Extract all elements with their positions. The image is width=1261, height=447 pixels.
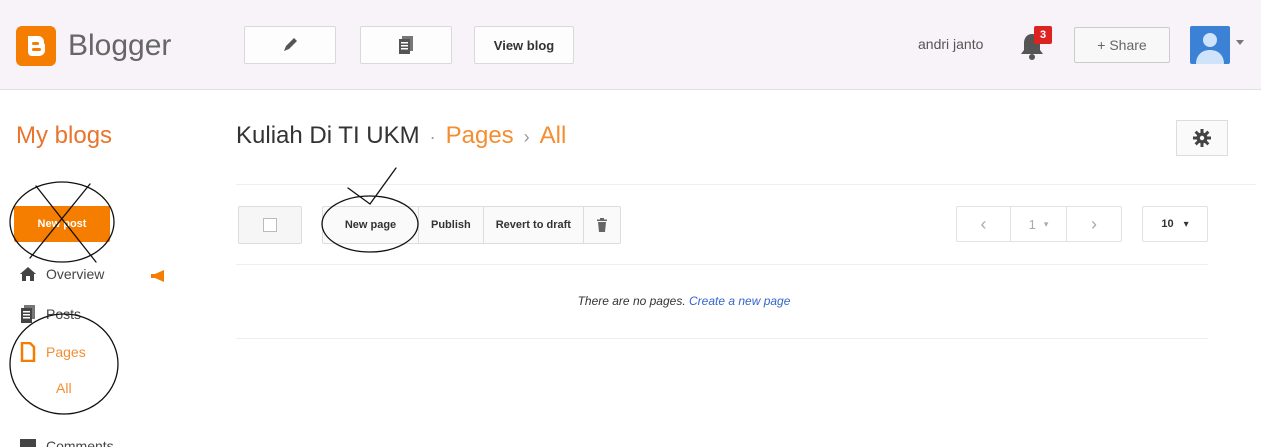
blog-name[interactable]: Kuliah Di TI UKM bbox=[236, 122, 420, 150]
blogger-logo-icon bbox=[16, 26, 56, 66]
new-post-pencil-button[interactable] bbox=[244, 26, 336, 64]
items-per-page-select[interactable]: 10 ▾ bbox=[1142, 206, 1208, 242]
new-post-button[interactable]: New post bbox=[14, 206, 110, 242]
select-all-checkbox[interactable] bbox=[238, 206, 302, 244]
settings-button[interactable] bbox=[1176, 120, 1228, 156]
gear-icon bbox=[1193, 129, 1211, 147]
annotation-circle-pages bbox=[9, 313, 119, 415]
list-divider bbox=[236, 264, 1208, 265]
posts-list-button[interactable] bbox=[360, 26, 452, 64]
sidebar-item-label: Overview bbox=[46, 266, 105, 282]
checkbox-box bbox=[263, 218, 277, 232]
sidebar-subitem-all[interactable]: All bbox=[56, 380, 72, 396]
blogger-logo[interactable]: Blogger bbox=[16, 26, 171, 66]
sidebar-item-posts[interactable]: Posts bbox=[18, 304, 81, 324]
revert-to-draft-button[interactable]: Revert to draft bbox=[484, 207, 584, 243]
page-actions-toolbar: New page Publish Revert to draft bbox=[322, 206, 621, 244]
breadcrumb-separator: · bbox=[429, 127, 436, 147]
title-divider bbox=[236, 184, 1256, 185]
my-blogs-link[interactable]: My blogs bbox=[16, 122, 112, 150]
breadcrumb-pages[interactable]: Pages bbox=[446, 122, 514, 150]
page-number: 1 bbox=[1028, 216, 1036, 232]
chevron-down-icon: ▾ bbox=[1043, 218, 1049, 229]
user-name[interactable]: andri janto bbox=[918, 36, 983, 52]
annotation-checkmark bbox=[347, 167, 397, 205]
empty-state-text: There are no pages. bbox=[577, 294, 686, 308]
sidebar-item-label: Comments bbox=[46, 438, 114, 447]
chevron-down-icon[interactable] bbox=[1236, 40, 1244, 45]
pagination: ‹ 1 ▾ › bbox=[956, 206, 1122, 242]
documents-icon bbox=[399, 36, 413, 54]
pages-icon bbox=[18, 342, 38, 362]
sidebar-item-label: Posts bbox=[46, 306, 82, 322]
delete-button[interactable] bbox=[584, 207, 620, 243]
publish-button[interactable]: Publish bbox=[419, 207, 484, 243]
breadcrumb: Kuliah Di TI UKM · Pages › All bbox=[236, 122, 566, 150]
breadcrumb-all: All bbox=[539, 122, 567, 149]
blogger-pages-screen: Blogger View blog andri janto 3 + Share bbox=[0, 0, 1261, 447]
new-page-button[interactable]: New page bbox=[323, 207, 419, 243]
app-name: Blogger bbox=[68, 29, 172, 62]
top-header: Blogger View blog andri janto 3 + Share bbox=[0, 0, 1261, 90]
sidebar-item-comments[interactable]: Comments bbox=[18, 436, 114, 447]
avatar-person-icon bbox=[1196, 33, 1224, 64]
notification-count-badge: 3 bbox=[1034, 26, 1052, 44]
posts-icon bbox=[18, 304, 38, 324]
user-avatar[interactable] bbox=[1190, 26, 1230, 64]
next-page-button[interactable]: › bbox=[1067, 207, 1121, 241]
sidebar-item-overview[interactable]: Overview bbox=[18, 264, 104, 284]
create-new-page-link[interactable]: Create a new page bbox=[689, 294, 790, 308]
breadcrumb-arrow: › bbox=[523, 127, 530, 147]
share-button[interactable]: + Share bbox=[1074, 27, 1170, 63]
home-icon bbox=[18, 264, 38, 284]
pencil-icon bbox=[284, 38, 297, 51]
comments-icon bbox=[18, 436, 38, 447]
megaphone-icon[interactable] bbox=[150, 270, 168, 282]
per-page-value: 10 bbox=[1161, 218, 1174, 230]
trash-icon bbox=[596, 218, 607, 232]
list-divider bbox=[236, 338, 1208, 339]
previous-page-button[interactable]: ‹ bbox=[957, 207, 1011, 241]
sidebar-item-pages[interactable]: Pages bbox=[18, 342, 86, 362]
chevron-down-icon: ▾ bbox=[1183, 218, 1189, 230]
view-blog-button[interactable]: View blog bbox=[474, 26, 574, 64]
empty-state-message: There are no pages. Create a new page bbox=[236, 294, 1132, 308]
page-selector[interactable]: 1 ▾ bbox=[1011, 207, 1067, 241]
sidebar-item-label: Pages bbox=[46, 344, 86, 360]
